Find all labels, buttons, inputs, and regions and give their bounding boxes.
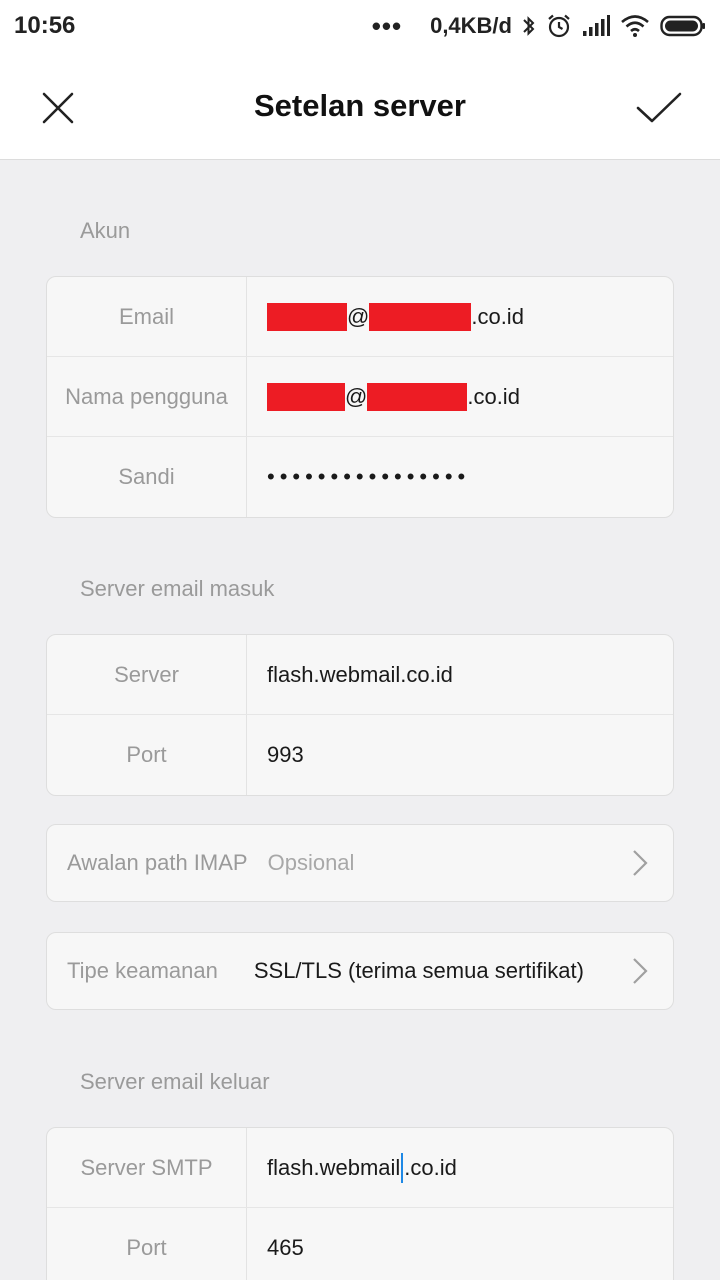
section-heading-incoming: Server email masuk <box>80 576 275 601</box>
page-title: Setelan server <box>254 87 466 123</box>
incoming-port-row[interactable]: Port 993 <box>47 715 673 795</box>
account-card: Email @ .co.id Nama pengguna @ .co.id Sand… <box>46 276 674 518</box>
app-bar: Setelan server <box>0 52 720 160</box>
status-bar: 10:56 ••• 0,4KB/d <box>0 0 720 52</box>
close-button[interactable] <box>36 86 80 130</box>
bluetooth-icon <box>523 16 535 36</box>
password-input[interactable]: •••••••••••••••• <box>247 437 673 517</box>
notification-dots: ••• <box>371 11 403 41</box>
security-type-label: Tipe keamanan <box>67 958 218 983</box>
security-type-selector[interactable]: Tipe keamanan SSL/TLS (terima semua sert… <box>46 932 674 1010</box>
incoming-server-card: Server flash.webmail.co.id Port 993 <box>46 634 674 796</box>
signal-icon <box>583 15 610 36</box>
smtp-port-label: Port <box>47 1208 247 1280</box>
username-row[interactable]: Nama pengguna @ .co.id <box>47 357 673 437</box>
imap-path-prefix-field[interactable]: Awalan path IMAP Opsional <box>46 824 674 902</box>
security-type-value: SSL/TLS (terima semua sertifikat) <box>253 958 584 983</box>
password-mask: •••••••••••••••• <box>267 464 471 489</box>
incoming-server-label: Server <box>47 635 247 714</box>
smtp-value-before-cursor: flash.webmail <box>267 1154 401 1180</box>
checkmark-icon <box>636 92 682 123</box>
redaction-block <box>267 302 347 331</box>
battery-icon <box>660 15 705 37</box>
redaction-block <box>369 302 472 331</box>
imap-path-prefix-label: Awalan path IMAP <box>67 850 248 875</box>
incoming-server-input[interactable]: flash.webmail.co.id <box>247 635 673 714</box>
email-input[interactable]: @ .co.id <box>247 277 673 356</box>
alarm-icon <box>548 14 570 38</box>
wifi-icon <box>621 15 649 37</box>
username-suffix: .co.id <box>467 383 520 409</box>
smtp-server-input[interactable]: flash.webmail .co.id <box>247 1128 673 1207</box>
confirm-button[interactable] <box>634 86 686 130</box>
password-row[interactable]: Sandi •••••••••••••••• <box>47 437 673 517</box>
status-time: 10:56 <box>14 12 76 39</box>
redaction-block <box>367 382 468 411</box>
section-heading-outgoing: Server email keluar <box>80 1069 270 1094</box>
network-speed: 0,4KB/d <box>430 13 512 38</box>
email-label: Email <box>47 277 247 356</box>
close-icon <box>42 92 74 124</box>
section-heading-account: Akun <box>80 218 131 243</box>
username-label: Nama pengguna <box>47 357 247 436</box>
at-sign: @ <box>347 303 370 329</box>
email-suffix: .co.id <box>471 303 524 329</box>
smtp-port-input[interactable]: 465 <box>247 1208 673 1280</box>
incoming-port-label: Port <box>47 715 247 795</box>
at-sign: @ <box>345 383 368 409</box>
username-input[interactable]: @ .co.id <box>247 357 673 436</box>
chevron-right-icon <box>633 958 648 984</box>
imap-path-prefix-input[interactable]: Opsional <box>268 850 621 876</box>
incoming-port-input[interactable]: 993 <box>247 715 673 795</box>
outgoing-server-card: Server SMTP flash.webmail .co.id Port 465 <box>46 1127 674 1280</box>
email-row[interactable]: Email @ .co.id <box>47 277 673 357</box>
smtp-server-label: Server SMTP <box>47 1128 247 1207</box>
redaction-block <box>267 382 345 411</box>
chevron-right-icon <box>633 850 648 876</box>
password-label: Sandi <box>47 437 247 517</box>
smtp-server-row[interactable]: Server SMTP flash.webmail .co.id <box>47 1128 673 1208</box>
incoming-server-row[interactable]: Server flash.webmail.co.id <box>47 635 673 715</box>
smtp-value-after-cursor: .co.id <box>404 1154 457 1180</box>
smtp-port-row[interactable]: Port 465 <box>47 1208 673 1280</box>
status-icons: ••• 0,4KB/d <box>372 13 706 39</box>
text-cursor <box>401 1152 404 1183</box>
